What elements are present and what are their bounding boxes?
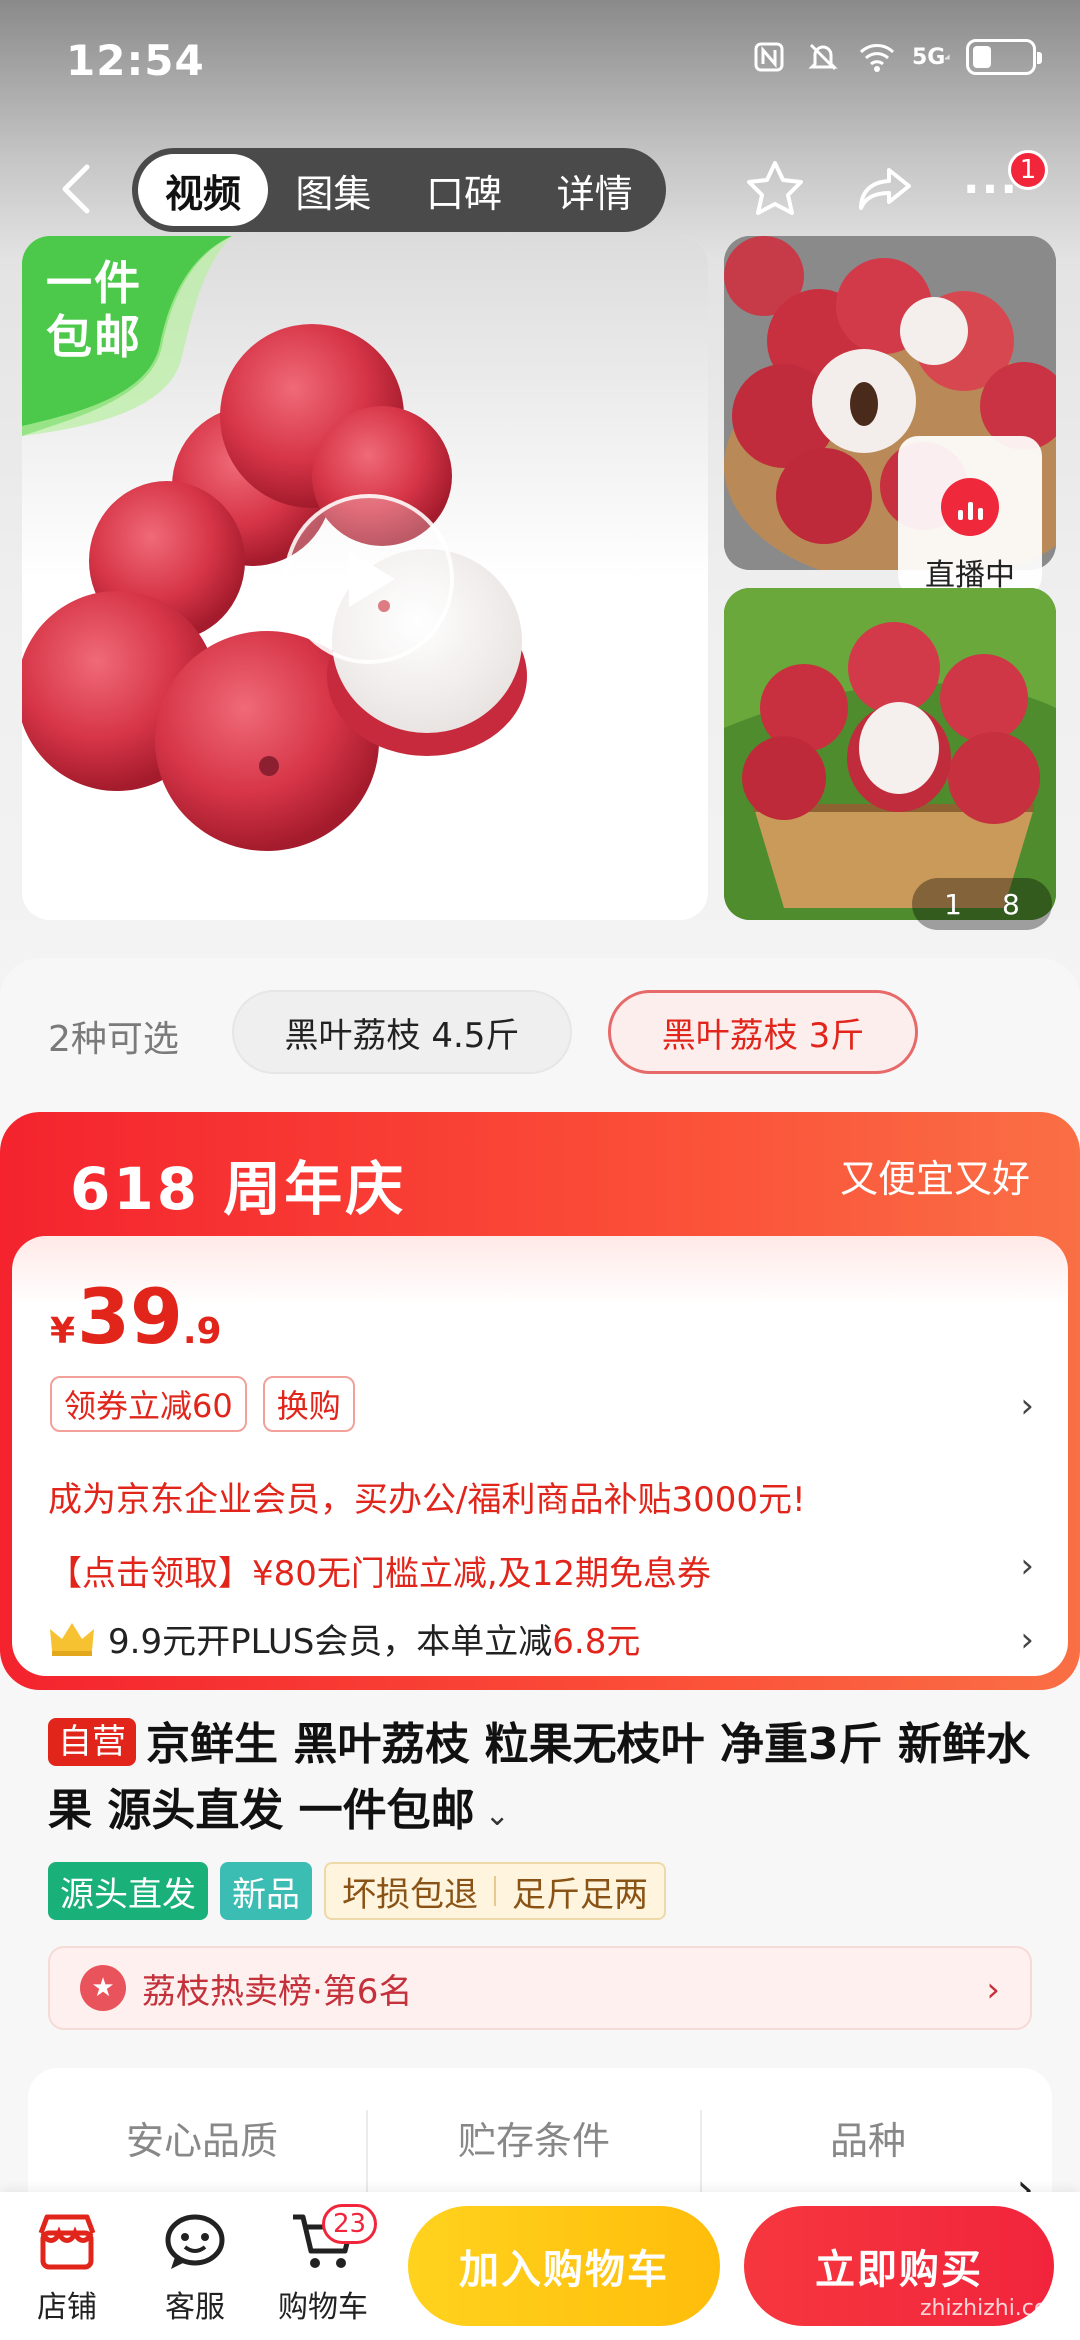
coupon-tag[interactable]: 领券立减60 [50, 1376, 247, 1432]
chevron-right-icon[interactable]: › [1020, 1546, 1034, 1586]
mute-bell-icon [804, 38, 842, 76]
spec-count: 2种可选 [48, 1019, 179, 1060]
live-icon [941, 478, 999, 536]
battery-icon [966, 39, 1042, 75]
favorite-button[interactable] [740, 154, 810, 224]
variety-column: 品种 [829, 2119, 906, 2163]
play-button[interactable] [284, 494, 454, 664]
guarantee-tags[interactable]: 坏损包退 足斤足两 [324, 1862, 666, 1920]
share-icon [859, 168, 911, 210]
plus-amount: 6.8元 [552, 1622, 641, 1662]
free-shipping-text: 一件包邮 [46, 256, 142, 364]
price-decimal: .9 [182, 1311, 222, 1352]
tab-video[interactable]: 视频 [138, 154, 268, 226]
guarantee-tag: 足斤足两 [512, 1874, 648, 1915]
cart-count-badge: 23 [322, 2204, 378, 2244]
product-title[interactable]: 自营 京鲜生 黑叶荔枝 粒果无枝叶 净重3斤 新鲜水果 源头直发 一件包邮 ⌄ [48, 1712, 1038, 1849]
spec-option-3jin[interactable]: 黑叶荔枝 3斤 [608, 990, 918, 1074]
star-icon [747, 161, 803, 215]
store-button[interactable]: 店铺 [12, 2210, 122, 2330]
coupon-claim-line[interactable]: 【点击领取】¥80无门槛立减,及12期免息券 [48, 1546, 711, 1595]
price: ¥ 39 .9 [50, 1272, 222, 1361]
ranking-text: 荔枝热卖榜·第6名 [142, 1971, 413, 2012]
lychee-basket-image [724, 588, 1056, 920]
storage-column: 贮存条件 [457, 2119, 610, 2163]
play-icon [349, 551, 395, 607]
medal-icon: ★ [80, 1965, 126, 2011]
store-label: 店铺 [37, 2290, 97, 2325]
nfc-icon [750, 38, 788, 76]
add-to-cart-button[interactable]: 加入购物车 [408, 2206, 720, 2326]
exchange-tag[interactable]: 换购 [262, 1376, 355, 1432]
price-card: 618 周年庆 又便宜又好 ¥ 39 .9 领券立减60 换购 › 成为京东企业… [0, 1112, 1080, 1690]
chevron-down-icon[interactable]: ⌄ [485, 1798, 510, 1833]
wifi-icon [858, 38, 896, 76]
section-tabs: 视频 图集 口碑 详情 [132, 148, 666, 232]
service-label: 客服 [165, 2290, 225, 2325]
share-button[interactable] [850, 154, 920, 224]
ranking-bar[interactable]: ★ 荔枝热卖榜·第6名 › [48, 1946, 1032, 2030]
counter-current: 1 [944, 887, 962, 921]
price-currency: ¥ [50, 1311, 76, 1352]
plus-prefix: 9.9元开PLUS会员，本单立减 [108, 1622, 553, 1662]
quality-column: 安心品质 [125, 2119, 278, 2163]
signal-icon: 5G [912, 38, 950, 76]
customer-service-button[interactable]: 客服 [140, 2210, 250, 2330]
plus-member-line[interactable]: 9.9元开PLUS会员，本单立减6.8元 [48, 1614, 640, 1663]
back-button[interactable] [46, 156, 106, 222]
live-stream-badge[interactable]: 直播中 [898, 436, 1042, 596]
spec-option-4-5jin[interactable]: 黑叶荔枝 4.5斤 [232, 990, 572, 1074]
self-operated-badge: 自营 [48, 1718, 136, 1766]
product-attributes: 源头直发 新品 坏损包退 足斤足两 [48, 1862, 666, 1920]
tab-reviews[interactable]: 口碑 [399, 154, 530, 226]
cart-label: 购物车 [278, 2290, 368, 2325]
event-title: 618 周年庆 [70, 1155, 407, 1223]
enterprise-member-line[interactable]: 成为京东企业会员，买办公/福利商品补贴3000元! [48, 1472, 806, 1521]
coupon-tags[interactable]: 领券立减60 换购 [50, 1376, 355, 1432]
main-product-video[interactable]: 一件包邮 [22, 236, 708, 920]
notification-badge: 1 [1008, 150, 1048, 190]
attribute-tag: 源头直发 [48, 1862, 208, 1920]
network-type: 5G [912, 44, 946, 70]
chevron-right-icon[interactable]: › [1020, 1386, 1034, 1426]
tab-details[interactable]: 详情 [529, 154, 660, 226]
spec-selector: 2种可选 黑叶荔枝 4.5斤 黑叶荔枝 3斤 [0, 990, 1080, 1080]
store-icon [35, 2210, 99, 2274]
price-panel: ¥ 39 .9 领券立减60 换购 › 成为京东企业会员，买办公/福利商品补贴3… [12, 1236, 1068, 1676]
attribute-tag: 新品 [220, 1862, 312, 1920]
tab-gallery[interactable]: 图集 [268, 154, 399, 226]
status-time: 12:54 [66, 36, 205, 85]
chevron-right-icon: › [986, 1970, 1000, 2010]
crown-icon [50, 1622, 94, 1656]
guarantee-tag: 坏损包退 [342, 1874, 478, 1915]
chevron-left-icon [62, 164, 90, 214]
chevron-right-icon[interactable]: › [1020, 1620, 1034, 1660]
watermark: zhizhizhi.com [920, 2296, 1069, 2321]
chat-bubble-icon [163, 2210, 227, 2274]
status-icons: 5G [750, 38, 1042, 76]
image-counter: 1 8 [912, 878, 1052, 930]
status-bar: 12:54 5G [0, 0, 1080, 120]
counter-total: 8 [1002, 887, 1020, 921]
free-shipping-badge: 一件包邮 [22, 236, 242, 436]
nav-bar: 视频 图集 口碑 详情 ··· [0, 146, 1080, 234]
thumbnail-image-2[interactable] [724, 588, 1056, 920]
price-integer: 39 [77, 1272, 183, 1361]
event-slogan: 又便宜又好 [839, 1157, 1030, 1201]
product-title-text: 京鲜生 黑叶荔枝 粒果无枝叶 净重3斤 新鲜水果 源头直发 一件包邮 [48, 1719, 1030, 1836]
